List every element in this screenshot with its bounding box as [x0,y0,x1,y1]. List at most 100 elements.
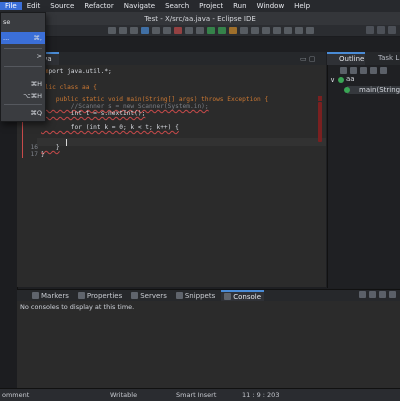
properties-icon [77,292,85,299]
debug-icon[interactable] [141,27,149,34]
save-icon[interactable] [119,27,127,34]
tab-properties[interactable]: Properties [75,290,125,302]
forward-icon[interactable] [306,27,314,34]
menu-shortcut: ⌥⌘H [23,92,42,100]
menu-separator [4,104,42,105]
editor-tab-bar [17,52,326,65]
status-writable: Writable [110,391,138,399]
menu-run[interactable]: Run [228,2,251,10]
search-icon[interactable] [262,27,270,34]
text-caret [66,139,67,146]
maximize-icon[interactable] [389,291,396,298]
link-with-editor-icon[interactable] [380,67,387,74]
tab-label: Markers [41,291,69,300]
step-into-icon[interactable] [185,27,193,34]
main-toolbar [0,25,400,37]
console-body [17,301,400,388]
perspective-switcher [366,26,396,34]
menu-item-preferences[interactable]: ... ⌘, [1,32,45,44]
menu-file[interactable]: File [0,2,22,10]
display-console-icon[interactable] [369,291,376,298]
back-icon[interactable] [295,27,303,34]
tab-label: Console [233,292,262,301]
tab-outline[interactable]: Outline [327,52,365,65]
console-empty-message: No consoles to display at this time. [20,303,135,311]
line-number: 16 [30,144,38,151]
hide-nonpublic-icon[interactable] [370,67,377,74]
open-perspective-icon[interactable] [366,26,374,34]
console-icon [224,293,232,300]
menu-item[interactable]: se [1,16,45,28]
outline-method-item[interactable]: main(String[]) : [359,86,400,94]
window-title: Test - X/src/aa.java - Eclipse IDE [144,14,256,23]
external-tools-icon[interactable] [229,27,237,34]
file-menu-dropdown: se ... ⌘, > ⌘H ⌥⌘H ⌘Q [0,12,46,122]
console-toolbar [359,291,396,298]
hide-fields-icon[interactable] [350,67,357,74]
menu-source[interactable]: Source [45,2,79,10]
tab-label: Snippets [184,291,216,300]
tab-outline-label: Outline [339,55,365,63]
menu-help[interactable]: Help [289,2,315,10]
outline-class-item[interactable]: aa [346,75,355,83]
hide-static-icon[interactable] [360,67,367,74]
java-perspective-icon[interactable] [377,26,385,34]
tab-console[interactable]: Console [221,289,265,302]
code-line-12: } [41,144,60,151]
menu-item-quit[interactable]: ⌘Q [1,107,45,119]
code-line-9: for (int k = 0; k < t; k++) { [41,124,179,131]
menu-project[interactable]: Project [194,2,228,10]
servers-icon [131,292,139,299]
overview-ruler-marker[interactable] [318,96,322,101]
menu-navigate[interactable]: Navigate [119,2,160,10]
minimize-icon[interactable] [379,291,386,298]
menu-item-label: se [3,18,11,26]
new-icon[interactable] [108,27,116,34]
save-all-icon[interactable] [130,27,138,34]
code-line-13: } [41,151,45,158]
tab-label: Servers [140,291,167,300]
annotation-icon[interactable] [284,27,292,34]
tab-label: Properties [86,291,123,300]
menu-window[interactable]: Window [252,2,290,10]
status-left-text: omment [2,391,30,399]
debug-run-icon[interactable] [218,27,226,34]
window-title-bar: Test - X/src/aa.java - Eclipse IDE [0,12,400,25]
open-console-icon[interactable] [359,291,366,298]
new-java-class-icon[interactable] [240,27,248,34]
menu-shortcut: ⌘H [30,80,42,88]
menu-item-hide-others[interactable]: ⌥⌘H [1,90,45,102]
status-cursor-position: 11 : 9 : 203 [242,391,280,399]
menu-separator [4,48,42,49]
minimize-maximize-icon[interactable]: ▭ ▢ [300,55,315,63]
run-icon[interactable] [207,27,215,34]
menu-search[interactable]: Search [160,2,194,10]
terminate-icon[interactable] [174,27,182,34]
menu-bar: File Edit Source Refactor Navigate Searc… [0,0,400,12]
bottom-tab-bar: Markers Properties Servers Snippets Cons… [17,289,400,302]
debug-perspective-icon[interactable] [388,26,396,34]
code-line-6: //Scanner s = new Scanner(System.in); [41,103,209,110]
menu-refactor[interactable]: Refactor [79,2,118,10]
skip-breakpoints-icon[interactable] [152,27,160,34]
pin-icon[interactable] [273,27,281,34]
snippets-icon [175,292,183,299]
tab-servers[interactable]: Servers [128,290,170,302]
menu-edit[interactable]: Edit [22,2,46,10]
menu-item-services[interactable]: > [1,50,45,62]
tab-snippets[interactable]: Snippets [173,290,218,302]
overview-ruler-error[interactable] [318,102,322,142]
code-line-7: int t = s.nextInt(); [41,110,146,117]
menu-item-hide[interactable]: ⌘H [1,78,45,90]
menu-separator [4,66,42,67]
status-insert-mode: Smart Insert [176,391,217,399]
menu-item-label: ... [3,34,10,42]
tab-markers[interactable]: Markers [29,290,72,302]
sort-icon[interactable] [340,67,347,74]
chevron-down-icon[interactable]: ∨ [330,76,335,84]
step-over-icon[interactable] [196,27,204,34]
resume-icon[interactable] [163,27,171,34]
tab-task-list[interactable]: Task L [378,52,399,65]
open-type-icon[interactable] [251,27,259,34]
markers-icon [32,292,39,299]
